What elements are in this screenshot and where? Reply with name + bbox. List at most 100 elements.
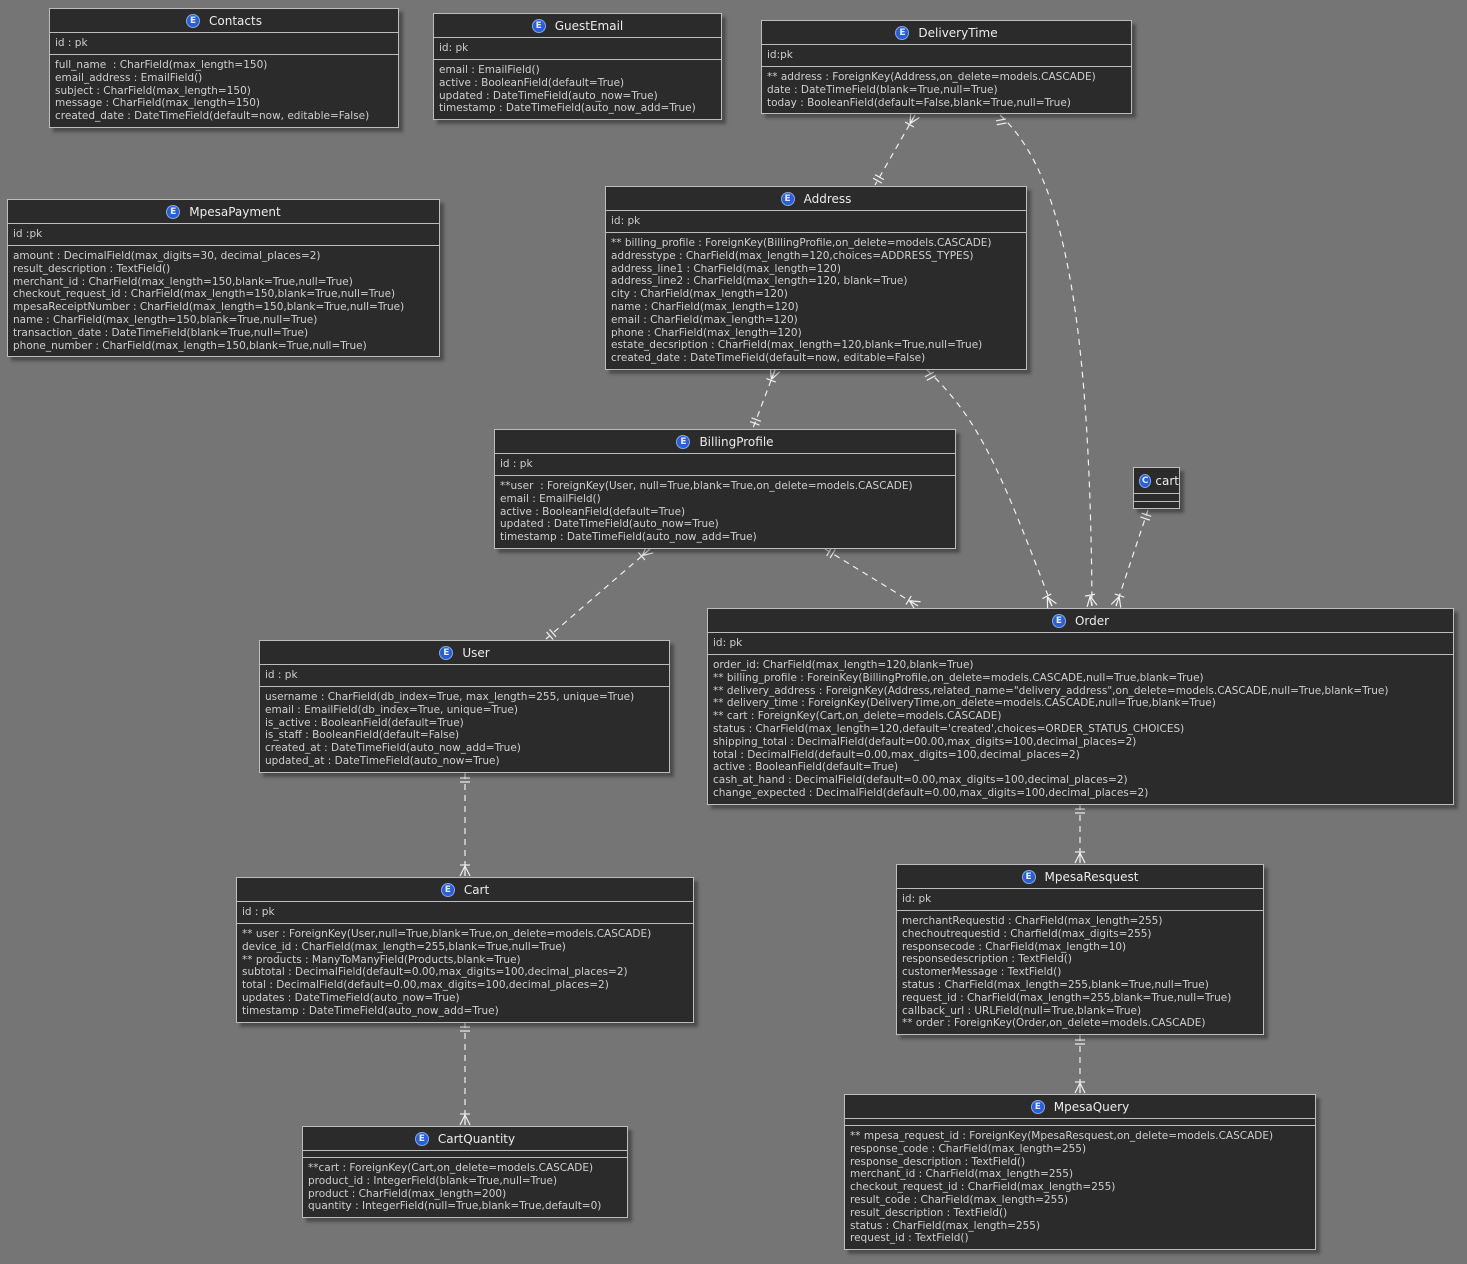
entity-guestemail[interactable]: E GuestEmail id: pk email : EmailField() a…: [433, 13, 722, 121]
entity-field: total : DecimalField(default=0.00,max_di…: [242, 979, 609, 992]
entity-header: E User: [260, 641, 669, 665]
entity-contacts[interactable]: E Contacts id : pk full_name : CharField(…: [49, 8, 399, 128]
entity-fields: ** billing_profile : ForeignKey(BillingP…: [606, 233, 1026, 369]
entity-title: GuestEmail: [554, 18, 624, 33]
entity-title: MpesaQuery: [1053, 1099, 1130, 1114]
entity-field: ** mpesa_request_id : ForeignKey(MpesaRe…: [850, 1130, 1274, 1142]
entity-field: is_active : BooleanField(default=True): [265, 716, 464, 729]
entity-icon: E: [186, 13, 201, 28]
entity-field: responsecode : CharField(max_length=10): [902, 940, 1127, 953]
entity-field: result_description : TextField(): [850, 1206, 1008, 1219]
entity-field: merchant_id : CharField(max_length=255): [850, 1168, 1074, 1181]
entity-field: status : CharField(max_length=255): [850, 1219, 1041, 1232]
entity-header: E Cart: [237, 878, 693, 902]
entity-field: email : EmailField(): [439, 64, 540, 76]
entity-field: is_staff : BooleanField(default=False): [265, 729, 460, 742]
entity-field: result_description : TextField(): [13, 262, 171, 275]
entity-field: checkout_request_id : CharField(max_leng…: [13, 288, 396, 301]
entity-pk: id: pk: [606, 211, 1026, 233]
entity-address[interactable]: E Address id: pk ** billing_profile : For…: [605, 186, 1027, 370]
entity-header: E GuestEmail: [434, 14, 721, 38]
entity-fields: ** mpesa_request_id : ForeignKey(MpesaRe…: [845, 1126, 1315, 1249]
entity-header: E Order: [708, 609, 1453, 633]
entity-field: active : BooleanField(default=True): [500, 505, 686, 518]
entity-field: username : CharField(db_index=True, max_…: [265, 691, 635, 703]
entity-field: checkout_request_id : CharField(max_leng…: [850, 1181, 1116, 1194]
entity-title: Cart: [463, 882, 490, 897]
entity-field: email : CharField(max_length=120): [611, 313, 798, 326]
entity-header: E MpesaQuery: [845, 1095, 1315, 1119]
relationship-address-billingprofile: [749, 368, 781, 429]
entity-field: **cart : ForeignKey(Cart,on_delete=model…: [308, 1162, 594, 1174]
entity-field: ** billing_profile : ForeignKey(BillingP…: [611, 237, 992, 249]
entity-title: Contacts: [209, 13, 262, 28]
entity-icon: E: [1030, 1099, 1045, 1114]
relationship-deliverytime-address: [872, 112, 920, 186]
entity-header: E MpesaResquest: [897, 865, 1263, 889]
relationship-mpesaresquest-mpesaquery: [1074, 1035, 1086, 1094]
entity-billingprofile[interactable]: E BillingProfile id : pk **user : Foreign…: [494, 429, 956, 549]
entity-pk-empty: [303, 1151, 627, 1158]
entity-fields: order_id: CharField(max_length=120,blank…: [708, 655, 1453, 804]
entity-header: E Contacts: [50, 9, 398, 33]
entity-mpesapayment[interactable]: E MpesaPayment id :pk amount : DecimalFie…: [7, 199, 440, 358]
entity-title: Order: [1074, 613, 1110, 628]
entity-field: cash_at_hand : DecimalField(default=0.00…: [713, 774, 1128, 787]
entity-field: response_code : CharField(max_length=255…: [850, 1142, 1087, 1155]
entity-title: DeliveryTime: [918, 25, 998, 40]
entity-field: ** delivery_time : ForeignKey(DeliveryTi…: [713, 697, 1216, 710]
entity-field: updated_at : DateTimeField(auto_now=True…: [265, 754, 500, 767]
entity-pk: id : pk: [50, 33, 398, 55]
entity-field: mpesaReceiptNumber : CharField(max_lengt…: [13, 301, 405, 314]
entity-title: MpesaPayment: [189, 204, 281, 219]
entity-deliverytime[interactable]: E DeliveryTime id:pk ** address : Foreign…: [761, 20, 1132, 115]
entity-field: full_name : CharField(max_length=150): [55, 59, 268, 71]
entity-title: CartQuantity: [437, 1131, 516, 1146]
entity-fields: merchantRequestid : CharField(max_length…: [897, 911, 1263, 1034]
entity-field: amount : DecimalField(max_digits=30, dec…: [13, 250, 321, 262]
class-icon: C: [1139, 473, 1152, 488]
entity-icon: E: [780, 191, 795, 206]
entity-icon: E: [166, 204, 181, 219]
entity-field: active : BooleanField(default=True): [713, 761, 899, 774]
entity-header: E Address: [606, 187, 1026, 211]
relationship-billingprofile-user: [545, 544, 654, 640]
entity-field: updated : DateTimeField(auto_now=True): [500, 518, 719, 531]
entity-field: ** address : ForeignKey(Address,on_delet…: [767, 71, 1096, 83]
entity-header: E DeliveryTime: [762, 21, 1131, 45]
entity-cart[interactable]: E Cart id : pk ** user : ForeignKey(User,…: [236, 877, 694, 1023]
entity-order[interactable]: E Order id: pk order_id: CharField(max_le…: [707, 608, 1454, 805]
entity-field: customerMessage : TextField(): [902, 966, 1062, 979]
entity-title: Address: [803, 191, 852, 206]
entity-field: quantity : IntegerField(null=True,blank=…: [308, 1200, 602, 1213]
entity-mpesaresquest[interactable]: E MpesaResquest id: pk merchantRequestid …: [896, 864, 1264, 1036]
entity-cartquantity[interactable]: E CartQuantity **cart : ForeignKey(Cart,o…: [302, 1126, 628, 1219]
entity-field: estate_decsription : CharField(max_lengt…: [611, 339, 983, 352]
entity-fields: **cart : ForeignKey(Cart,on_delete=model…: [303, 1158, 627, 1217]
entity-field: timestamp : DateTimeField(auto_now_add=T…: [439, 102, 696, 115]
entity-mpesaquery[interactable]: E MpesaQuery ** mpesa_request_id : Foreig…: [844, 1094, 1316, 1251]
entity-field: product : CharField(max_length=200): [308, 1187, 507, 1200]
entity-field: date : DateTimeField(blank=True,null=Tru…: [767, 83, 998, 96]
entity-pk: id: pk: [708, 633, 1453, 655]
entity-user[interactable]: E User id : pk username : CharField(db_in…: [259, 640, 670, 773]
entity-pk: id : pk: [260, 665, 669, 687]
entity-header: Ccart: [1134, 468, 1179, 494]
entity-field: timestamp : DateTimeField(auto_now_add=T…: [242, 1004, 499, 1017]
entity-field: result_code : CharField(max_length=255): [850, 1193, 1069, 1206]
entity-field: active : BooleanField(default=True): [439, 76, 625, 89]
entity-field: name : CharField(max_length=120): [611, 300, 799, 313]
entity-icon: E: [440, 882, 455, 897]
entity-fields: full_name : CharField(max_length=150) ema…: [50, 55, 398, 127]
entity-field: subtotal : DecimalField(default=0.00,max…: [242, 966, 628, 979]
class-cart[interactable]: Ccart: [1133, 467, 1180, 509]
entity-field: request_id : CharField(max_length=255,bl…: [902, 991, 1232, 1004]
entity-field: phone_number : CharField(max_length=150,…: [13, 339, 367, 352]
entity-field: callback_url : URLField(null=True,blank=…: [902, 1004, 1142, 1017]
entity-field: product_id : IntegerField(blank=True,nul…: [308, 1174, 558, 1187]
entity-field: created_date : DateTimeField(default=now…: [611, 352, 926, 365]
entity-pk: id : pk: [237, 902, 693, 924]
relationship-cart-cartquantity: [459, 1022, 471, 1126]
entity-pk: id: pk: [434, 38, 721, 60]
entity-field: email : EmailField(db_index=True, unique…: [265, 703, 518, 716]
